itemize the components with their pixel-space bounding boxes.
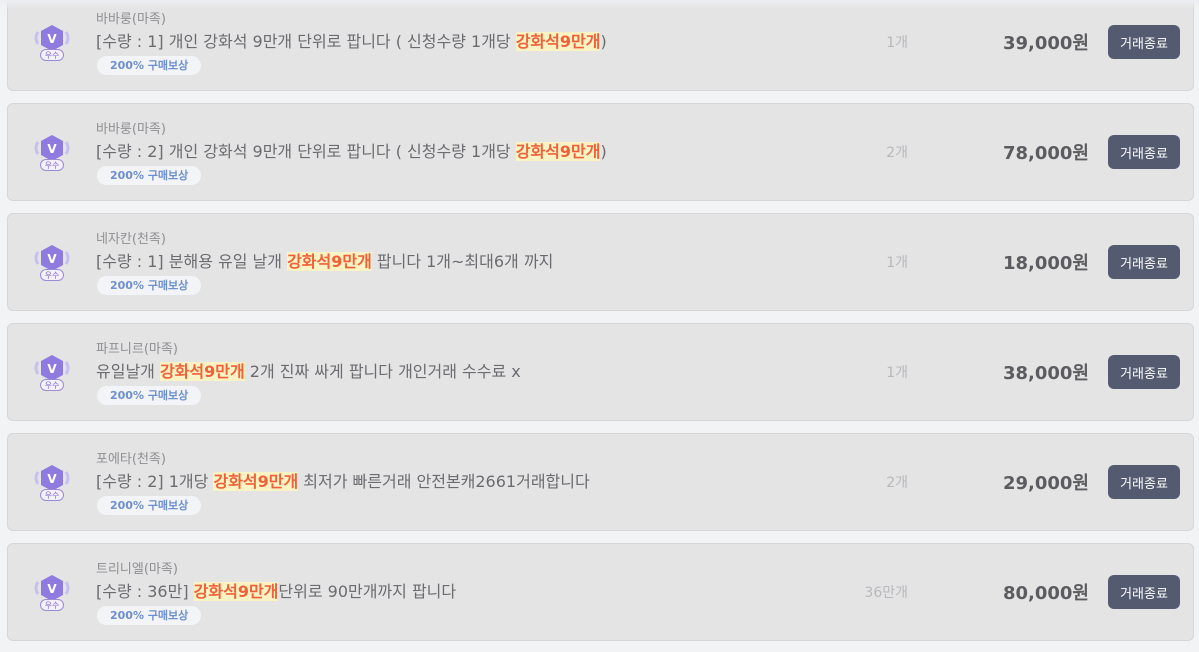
- quantity: 36만개: [864, 585, 908, 601]
- svg-text:V: V: [47, 142, 57, 156]
- title-text: [수량 : 1] 분해용 유일 날개: [96, 252, 288, 271]
- seller-grade-badge: V 우수: [32, 134, 72, 174]
- grade-label: 우수: [40, 269, 64, 281]
- price: 29,000원: [1002, 473, 1089, 494]
- quantity: 2개: [886, 145, 908, 161]
- trade-closed-button[interactable]: 거래종료: [1108, 355, 1180, 389]
- title-highlight: 강화석9만개: [287, 252, 372, 271]
- price: 18,000원: [1002, 253, 1089, 274]
- quantity: 1개: [886, 365, 908, 381]
- seller-grade-badge: V 우수: [32, 354, 72, 394]
- reward-badge: 200% 구매보상: [97, 386, 202, 405]
- title-text-after: 최저가 빠른거래 안전본캐2661거래합니다: [298, 472, 590, 491]
- svg-text:V: V: [47, 252, 57, 266]
- listing-title[interactable]: [수량 : 1] 개인 강화석 9만개 단위로 팝니다 ( 신청수량 1개당 강…: [96, 28, 607, 52]
- title-text-after: 팝니다 1개~최대6개 까지: [371, 252, 554, 271]
- price: 78,000원: [1002, 143, 1089, 164]
- grade-label: 우수: [40, 49, 64, 61]
- listing-row[interactable]: V 우수 포에타(천족) [수량 : 2] 1개당 강화석9만개 최저가 빠른거…: [7, 433, 1194, 531]
- reward-badge: 200% 구매보상: [97, 56, 202, 75]
- trade-closed-button[interactable]: 거래종료: [1108, 245, 1180, 279]
- seller-grade-badge: V 우수: [32, 574, 72, 614]
- listing-title[interactable]: [수량 : 36만] 강화석9만개단위로 90만개까지 팝니다: [96, 578, 456, 602]
- seller-name[interactable]: 파프니르(마족): [96, 338, 178, 357]
- seller-grade-badge: V 우수: [32, 24, 72, 64]
- reward-badge: 200% 구매보상: [97, 496, 202, 515]
- title-text-after: 2개 진짜 싸게 팝니다 개인거래 수수료 x: [244, 362, 521, 381]
- trade-closed-button[interactable]: 거래종료: [1108, 135, 1180, 169]
- title-text: 유일날개: [96, 362, 160, 381]
- title-highlight: 강화석9만개: [213, 472, 299, 491]
- seller-name[interactable]: 바바룽(마족): [96, 8, 166, 27]
- price: 39,000원: [1002, 33, 1089, 54]
- title-highlight: 강화석9만개: [515, 32, 601, 51]
- title-text: [수량 : 2] 개인 강화석 9만개 단위로 팝니다 ( 신청수량 1개당: [96, 142, 516, 161]
- seller-grade-badge: V 우수: [32, 244, 72, 284]
- svg-text:V: V: [47, 582, 57, 596]
- seller-grade-badge: V 우수: [32, 464, 72, 504]
- listing-row[interactable]: V 우수 파프니르(마족) 유일날개 강화석9만개 2개 진짜 싸게 팝니다 개…: [7, 323, 1194, 421]
- trade-closed-button[interactable]: 거래종료: [1108, 575, 1180, 609]
- price: 80,000원: [1002, 583, 1089, 604]
- listing-title[interactable]: [수량 : 1] 분해용 유일 날개 강화석9만개 팝니다 1개~최대6개 까지: [96, 248, 553, 272]
- title-text-after: ): [600, 142, 607, 161]
- title-text: [수량 : 2] 1개당: [96, 472, 214, 491]
- reward-badge: 200% 구매보상: [97, 166, 202, 185]
- quantity: 1개: [886, 35, 908, 51]
- trade-closed-button[interactable]: 거래종료: [1108, 465, 1180, 499]
- svg-text:V: V: [47, 362, 57, 376]
- grade-label: 우수: [40, 159, 64, 171]
- trade-closed-button[interactable]: 거래종료: [1108, 25, 1180, 59]
- svg-text:V: V: [47, 472, 57, 486]
- title-highlight: 강화석9만개: [159, 362, 245, 381]
- title-text-after: ): [600, 32, 607, 51]
- seller-name[interactable]: 트리니엘(마족): [96, 558, 178, 577]
- title-highlight: 강화석9만개: [193, 582, 279, 601]
- price: 38,000원: [1002, 363, 1089, 384]
- seller-name[interactable]: 바바룽(마족): [96, 118, 166, 137]
- top-scroll-shadow: [0, 0, 1199, 10]
- reward-badge: 200% 구매보상: [97, 276, 202, 295]
- reward-badge: 200% 구매보상: [97, 606, 202, 625]
- svg-text:V: V: [47, 32, 57, 46]
- listing-row[interactable]: V 우수 트리니엘(마족) [수량 : 36만] 강화석9만개단위로 90만개까…: [7, 543, 1194, 641]
- quantity: 1개: [886, 255, 908, 271]
- grade-label: 우수: [40, 379, 64, 391]
- listing-title[interactable]: [수량 : 2] 개인 강화석 9만개 단위로 팝니다 ( 신청수량 1개당 강…: [96, 138, 607, 162]
- title-text: [수량 : 36만]: [96, 582, 194, 601]
- quantity: 2개: [886, 475, 908, 491]
- listing-title[interactable]: 유일날개 강화석9만개 2개 진짜 싸게 팝니다 개인거래 수수료 x: [96, 358, 521, 382]
- grade-label: 우수: [40, 599, 64, 611]
- title-highlight: 강화석9만개: [515, 142, 601, 161]
- listing-row[interactable]: V 우수 바바룽(마족) [수량 : 2] 개인 강화석 9만개 단위로 팝니다…: [7, 103, 1194, 201]
- seller-name[interactable]: 포에타(천족): [96, 448, 166, 467]
- seller-name[interactable]: 네자칸(천족): [96, 228, 166, 247]
- grade-label: 우수: [40, 489, 64, 501]
- listing-row[interactable]: V 우수 네자칸(천족) [수량 : 1] 분해용 유일 날개 강화석9만개 팝…: [7, 213, 1194, 311]
- title-text: [수량 : 1] 개인 강화석 9만개 단위로 팝니다 ( 신청수량 1개당: [96, 32, 516, 51]
- listing-row[interactable]: V 우수 바바룽(마족) [수량 : 1] 개인 강화석 9만개 단위로 팝니다…: [7, 0, 1194, 91]
- listing-title[interactable]: [수량 : 2] 1개당 강화석9만개 최저가 빠른거래 안전본캐2661거래합…: [96, 468, 590, 492]
- title-text-after: 단위로 90만개까지 팝니다: [278, 582, 457, 601]
